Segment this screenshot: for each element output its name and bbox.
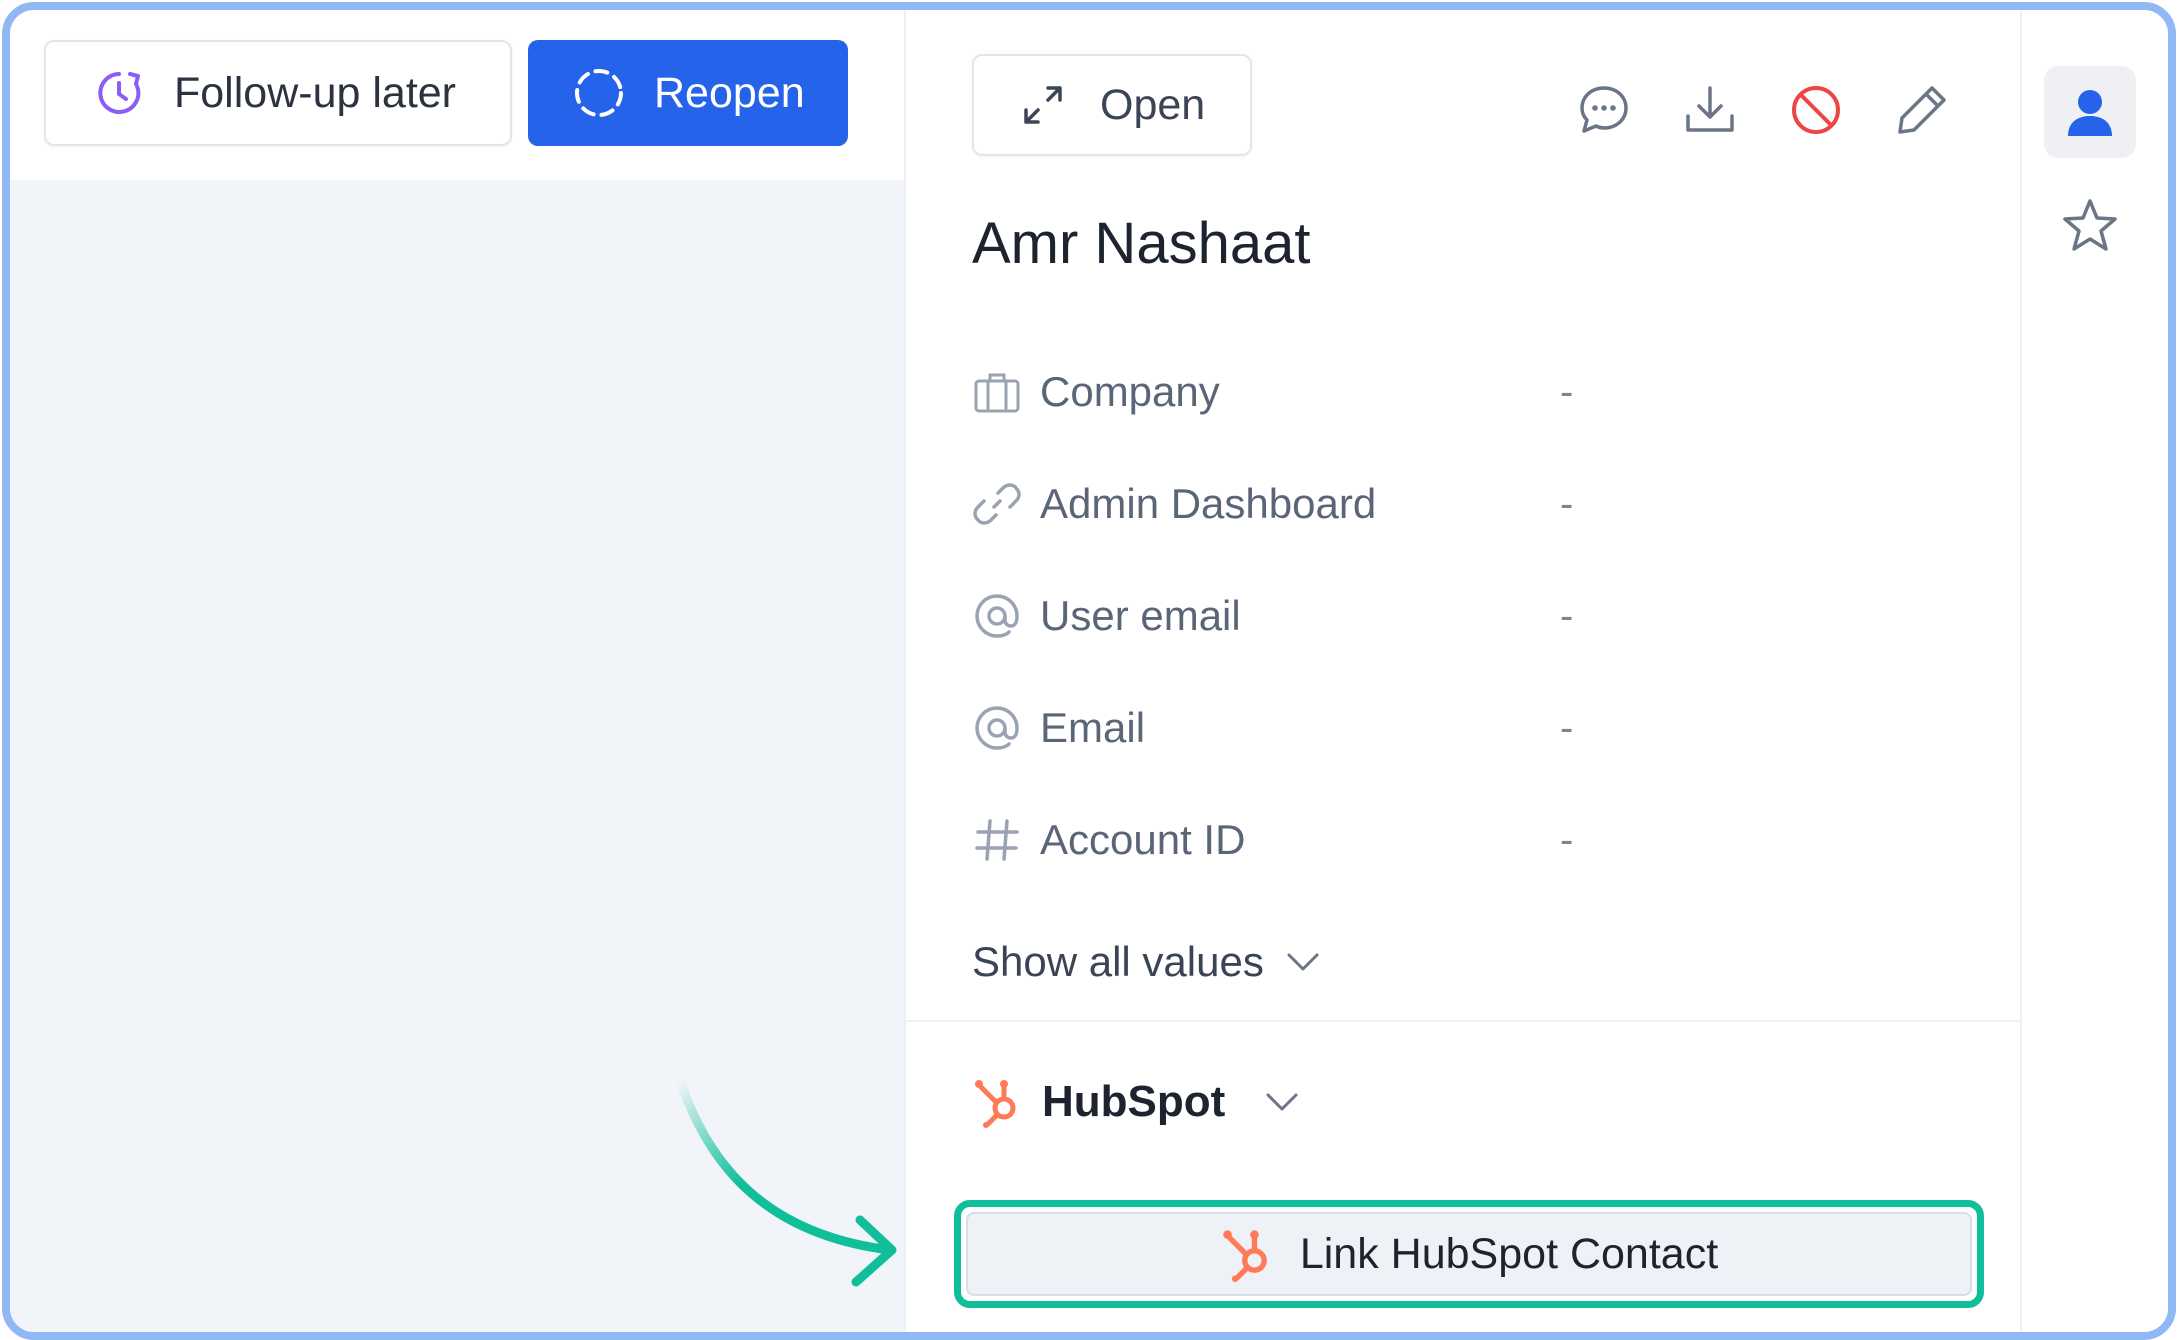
open-button[interactable]: Open <box>972 54 1252 156</box>
app-window: Follow-up later Reopen Open Amr Nashaat … <box>2 2 2176 1340</box>
hash-icon <box>975 819 1019 861</box>
edit-pencil-icon[interactable] <box>1894 82 1950 138</box>
attribute-label: User email <box>1040 592 1241 639</box>
attribute-value: - <box>1560 481 1574 526</box>
hubspot-title: HubSpot <box>1042 1077 1226 1126</box>
at-icon <box>975 594 1019 638</box>
conversation-toolbar: Follow-up later Reopen <box>10 10 904 180</box>
attribute-label: Company <box>1040 368 1220 415</box>
attribute-row-account-id[interactable]: Account ID - <box>972 810 1672 870</box>
reopen-label: Reopen <box>654 68 805 117</box>
attribute-row-company[interactable]: Company - <box>972 362 1672 422</box>
link-icon <box>973 483 1021 525</box>
follow-up-later-button[interactable]: Follow-up later <box>44 40 512 146</box>
snooze-clock-icon <box>98 72 141 114</box>
show-all-values-label: Show all values <box>972 938 1264 985</box>
attribute-row-email[interactable]: Email - <box>972 698 1672 758</box>
chevron-down-icon <box>1266 1093 1298 1111</box>
show-all-values-toggle[interactable]: Show all values <box>972 938 1320 986</box>
hubspot-logo-icon <box>975 1080 1016 1128</box>
attribute-label: Email <box>1040 704 1146 751</box>
reopen-button[interactable]: Reopen <box>528 40 848 146</box>
star-icon[interactable] <box>2060 196 2120 256</box>
conversation-pane: Follow-up later Reopen <box>10 10 904 1332</box>
expand-icon <box>1024 86 1062 124</box>
attribute-label: Admin Dashboard <box>1040 480 1377 527</box>
briefcase-icon <box>974 373 1020 413</box>
attribute-value: - <box>1560 705 1574 750</box>
attribute-row-admin-dashboard[interactable]: Admin Dashboard - <box>972 474 1672 534</box>
chevron-down-icon <box>1287 953 1319 971</box>
link-hubspot-contact-highlight: Link HubSpot Contact <box>954 1200 1984 1308</box>
user-icon <box>2068 90 2112 136</box>
contact-tab-button[interactable] <box>2044 66 2136 158</box>
right-rail <box>2020 10 2168 1332</box>
annotation-arrow <box>675 1075 897 1287</box>
at-icon <box>975 706 1019 750</box>
block-icon[interactable] <box>1788 82 1844 138</box>
open-label: Open <box>1100 80 1206 129</box>
chat-bubble-icon[interactable] <box>1576 82 1632 138</box>
link-hubspot-contact-button[interactable]: Link HubSpot Contact <box>966 1212 1972 1296</box>
section-divider <box>906 1020 2022 1022</box>
hubspot-section-header[interactable]: HubSpot <box>972 1076 1299 1128</box>
download-icon[interactable] <box>1682 82 1738 138</box>
attribute-value: - <box>1560 593 1574 638</box>
follow-up-later-label: Follow-up later <box>174 68 456 117</box>
contact-name: Amr Nashaat <box>972 211 1311 276</box>
link-hubspot-contact-label: Link HubSpot Contact <box>1299 1229 1719 1278</box>
attribute-label: Account ID <box>1040 816 1246 863</box>
attribute-row-user-email[interactable]: User email - <box>972 586 1672 646</box>
attribute-value: - <box>1560 369 1574 414</box>
contact-details-panel: Open Amr Nashaat Company - Admin Dashboa… <box>904 10 2022 1332</box>
attribute-value: - <box>1560 817 1574 862</box>
reopen-circle-icon <box>575 69 623 117</box>
hubspot-logo-icon <box>1223 1230 1267 1282</box>
